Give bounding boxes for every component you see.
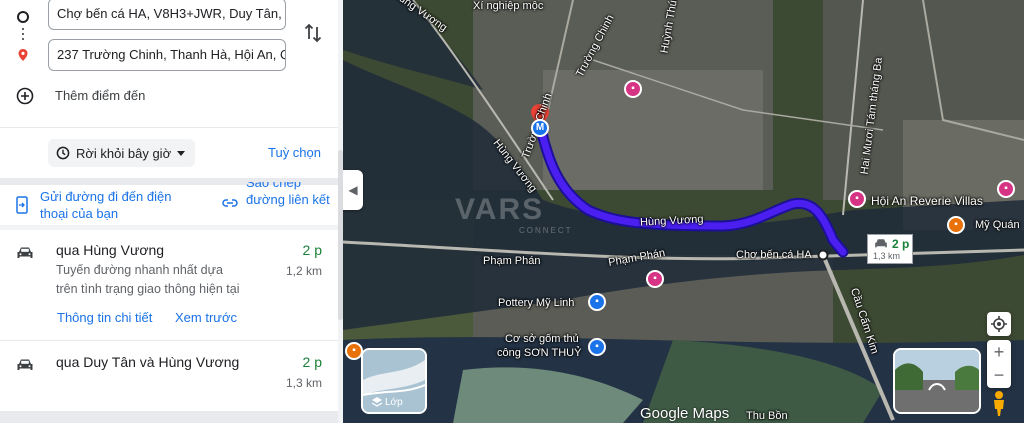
route-time: 2 p: [302, 354, 322, 370]
street-view-preview: [895, 350, 979, 412]
route-badge-time: 2 p: [892, 237, 910, 251]
google-maps-logo: Google Maps: [640, 405, 730, 422]
map-label-place: Hội An Reverie Villas: [871, 194, 983, 208]
hotel-poi-icon[interactable]: ▪: [997, 180, 1015, 198]
map-label-place: Thu Bồn: [746, 410, 788, 422]
zoom-in-button[interactable]: +: [987, 340, 1011, 364]
layers-icon: [371, 397, 383, 407]
depart-time-label: Rời khỏi bây giờ: [76, 145, 172, 161]
add-destination-button[interactable]: Thêm điểm đến: [16, 85, 276, 107]
link-icon: [222, 199, 238, 207]
clock-icon: [56, 146, 70, 160]
collapse-panel-button[interactable]: ◀: [343, 170, 363, 210]
route-distance: 1,2 km: [285, 264, 322, 278]
pegman-icon[interactable]: [991, 390, 1007, 416]
route-description: Tuyến đường nhanh nhất dựa trên tình trạ…: [56, 263, 240, 296]
origin-circle-icon: [17, 11, 29, 23]
section-separator: [0, 411, 338, 423]
zoom-out-button[interactable]: −: [987, 364, 1011, 388]
destination-row: 237 Trường Chinh, Thanh Hà, Hội An, Quả: [0, 39, 338, 73]
map-view[interactable]: ◀ VARS CONNECT Hùng Vương Xí nghiệp mộc …: [343, 0, 1024, 423]
watermark-subtitle: CONNECT: [519, 226, 573, 235]
car-icon: [17, 359, 33, 370]
my-location-icon: [991, 316, 1007, 332]
map-label-place: công SƠN THUỶ: [497, 347, 582, 359]
destination-pin-icon: [18, 49, 28, 61]
route-option-2[interactable]: qua Duy Tân và Hùng Vương 2 p 1,3 km: [0, 341, 338, 411]
divider: [0, 127, 338, 128]
copy-link-label: Sao chép đường liên kết: [246, 182, 330, 207]
shop-poi-icon[interactable]: ▪: [588, 293, 606, 311]
options-link[interactable]: Tuỳ chọn: [268, 145, 321, 160]
restaurant-poi-icon[interactable]: ▪: [947, 216, 965, 234]
route-option-1[interactable]: qua Hùng Vương 2 p 1,2 km Tuyến đường nh…: [0, 230, 338, 340]
route-title: qua Hùng Vương: [56, 242, 165, 258]
zoom-controls: + −: [987, 340, 1011, 388]
hotel-poi-icon[interactable]: ▪: [848, 190, 866, 208]
map-label-place: Cơ sở gốm thủ: [505, 333, 579, 345]
map-label-place: Chợ bến cá HA: [736, 249, 812, 261]
route-time-badge[interactable]: 2 p 1,3 km: [867, 234, 913, 264]
origin-input[interactable]: Chợ bến cá HA, V8H3+JWR, Duy Tân, Tha: [48, 0, 286, 30]
route-badge-distance: 1,3 km: [873, 251, 901, 261]
directions-panel: Chợ bến cá HA, V8H3+JWR, Duy Tân, Tha 23…: [0, 0, 338, 423]
my-location-button[interactable]: [987, 312, 1011, 336]
shop-poi-icon[interactable]: ▪: [588, 338, 606, 356]
layers-label: Lớp: [385, 397, 403, 408]
hotel-poi-icon[interactable]: ▪: [646, 270, 664, 288]
phone-send-icon: [16, 196, 28, 214]
add-circle-icon: [16, 87, 34, 105]
destination-input[interactable]: 237 Trường Chinh, Thanh Hà, Hội An, Quả: [48, 39, 286, 71]
copy-link-button[interactable]: Sao chép đường liên kết: [222, 182, 338, 224]
map-label-place: Mỹ Quán: [975, 219, 1020, 231]
watermark: VARS: [455, 193, 545, 226]
hotel-poi-icon[interactable]: ▪: [624, 80, 642, 98]
add-destination-label: Thêm điểm đến: [55, 88, 146, 103]
car-icon: [17, 247, 33, 258]
route-time: 2 p: [302, 242, 322, 258]
car-icon: [875, 239, 887, 248]
map-label-street: Phạm Phán: [483, 255, 541, 267]
send-to-phone-label: Gửi đường đi đến điện thoại của bạn: [40, 189, 172, 221]
route-details-link[interactable]: Thông tin chi tiết: [57, 310, 152, 325]
route-preview-link[interactable]: Xem trước: [175, 310, 237, 325]
swap-directions-icon[interactable]: [303, 22, 323, 44]
street-view-thumbnail[interactable]: [893, 348, 981, 414]
depart-time-dropdown[interactable]: Rời khỏi bây giờ: [48, 139, 196, 167]
origin-row: Chợ bến cá HA, V8H3+JWR, Duy Tân, Tha: [0, 0, 338, 34]
layers-button[interactable]: Lớp: [361, 348, 427, 414]
caret-down-icon: [177, 150, 186, 156]
send-to-phone-button[interactable]: Gửi đường đi đến điện thoại của bạn: [16, 188, 206, 224]
route-distance: 1,3 km: [285, 376, 322, 390]
map-label-place: Xí nghiệp mộc: [473, 0, 544, 12]
route-title: qua Duy Tân và Hùng Vương: [56, 354, 240, 370]
bus-stop-icon[interactable]: M: [531, 119, 549, 137]
map-label-place: Pottery Mỹ Linh: [498, 297, 575, 309]
